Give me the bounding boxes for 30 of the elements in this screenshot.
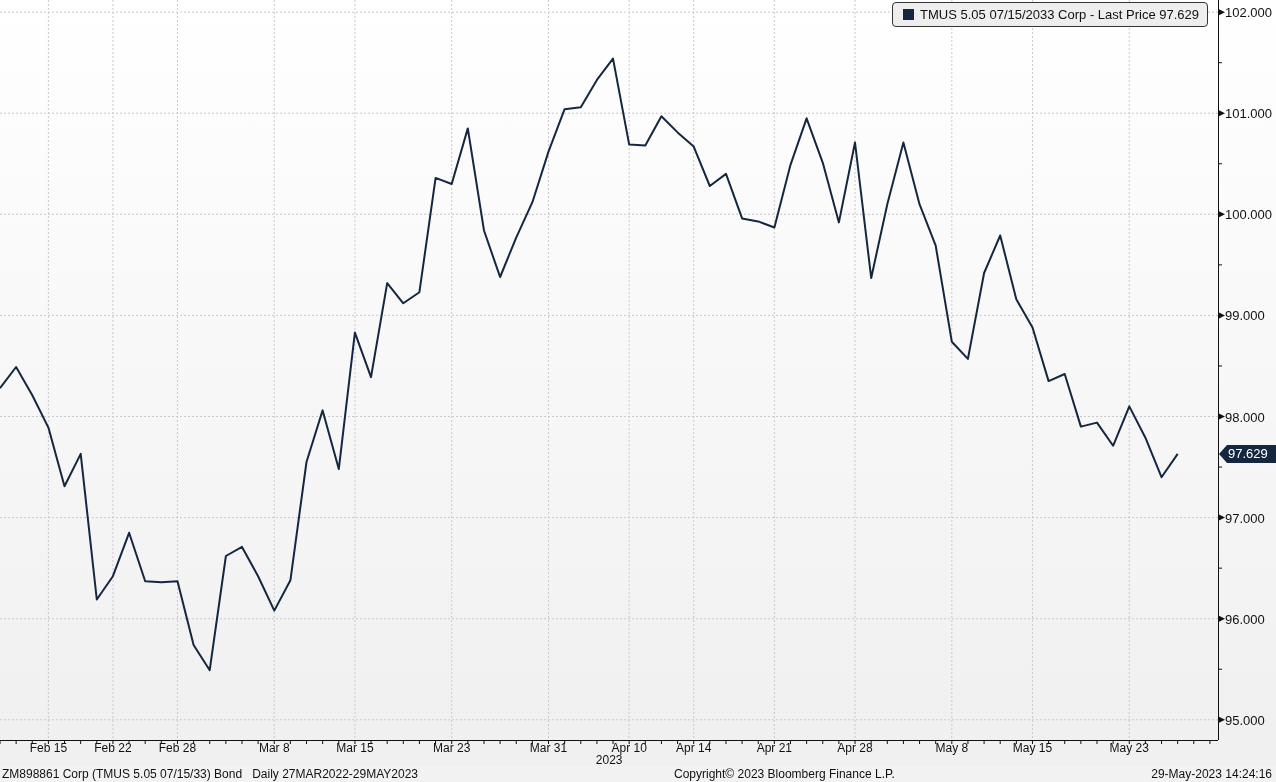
axis-label: 102.000 bbox=[1225, 5, 1272, 21]
axis-label: 96.000 bbox=[1225, 611, 1265, 627]
security-label: ZM898861 Corp (TMUS 5.05 07/15/33) Bond bbox=[2, 767, 243, 781]
axis-label: Feb 22 bbox=[94, 741, 132, 755]
axis-label: Mar 31 bbox=[529, 741, 568, 755]
axis-label: 100.000 bbox=[1225, 207, 1272, 223]
axis-label: Mar 15 bbox=[336, 741, 374, 755]
copyright-text: Copyright© 2023 Bloomberg Finance L.P. bbox=[674, 767, 896, 781]
axis-label: Feb 28 bbox=[158, 741, 197, 755]
axis-label: 95.000 bbox=[1225, 712, 1265, 728]
year-label: 2023 bbox=[595, 753, 623, 766]
axis-label: Apr 21 bbox=[756, 741, 793, 755]
axis-label: 99.000 bbox=[1225, 308, 1265, 324]
axis-label: 98.000 bbox=[1225, 409, 1265, 425]
last-price-tag: 97.629 bbox=[1219, 444, 1276, 463]
axis-label: Apr 14 bbox=[676, 741, 712, 755]
axis-label: Apr 28 bbox=[837, 741, 873, 755]
axis-label: 97.000 bbox=[1225, 510, 1265, 526]
date-range: Daily 27MAR2022-29MAY2023 bbox=[252, 767, 418, 781]
legend-label: TMUS 5.05 07/15/2033 Corp - Last Price 97.629 bbox=[920, 7, 1199, 22]
axis-label: May 23 bbox=[1109, 741, 1149, 755]
axis-label: May 8 bbox=[935, 741, 969, 755]
timestamp: 29-May-2023 14:24:16 bbox=[1151, 767, 1272, 781]
axis-label: 101.000 bbox=[1225, 106, 1272, 122]
axis-label: Apr 10 bbox=[611, 741, 647, 755]
legend-swatch bbox=[903, 9, 915, 20]
axis-label: Feb 15 bbox=[29, 741, 68, 755]
axis-label: May 15 bbox=[1012, 741, 1053, 755]
axis-label: Mar 23 bbox=[433, 741, 471, 755]
axis-label: Mar 8 bbox=[258, 741, 290, 755]
